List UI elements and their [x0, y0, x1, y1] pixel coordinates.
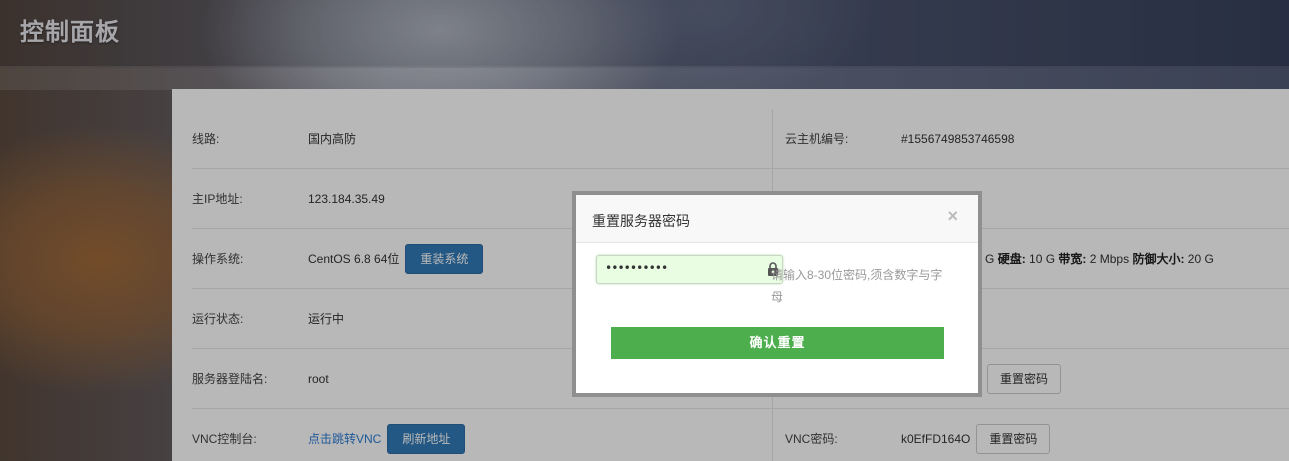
reset-password-dialog: 重置服务器密码 × •••••••••• 请输入8-30位密码,须含数字与字 母… — [572, 191, 982, 397]
close-icon[interactable]: × — [947, 206, 958, 227]
dialog-header: 重置服务器密码 × — [576, 195, 978, 243]
confirm-reset-button[interactable]: 确认重置 — [611, 327, 944, 359]
new-password-input[interactable]: •••••••••• — [596, 255, 783, 284]
password-hint-continued: 母 — [771, 290, 784, 304]
dialog-body: 重置服务器密码 × •••••••••• 请输入8-30位密码,须含数字与字 母… — [576, 195, 978, 393]
password-hint: 请输入8-30位密码,须含数字与字 — [771, 268, 943, 282]
dialog-title: 重置服务器密码 — [592, 213, 690, 229]
